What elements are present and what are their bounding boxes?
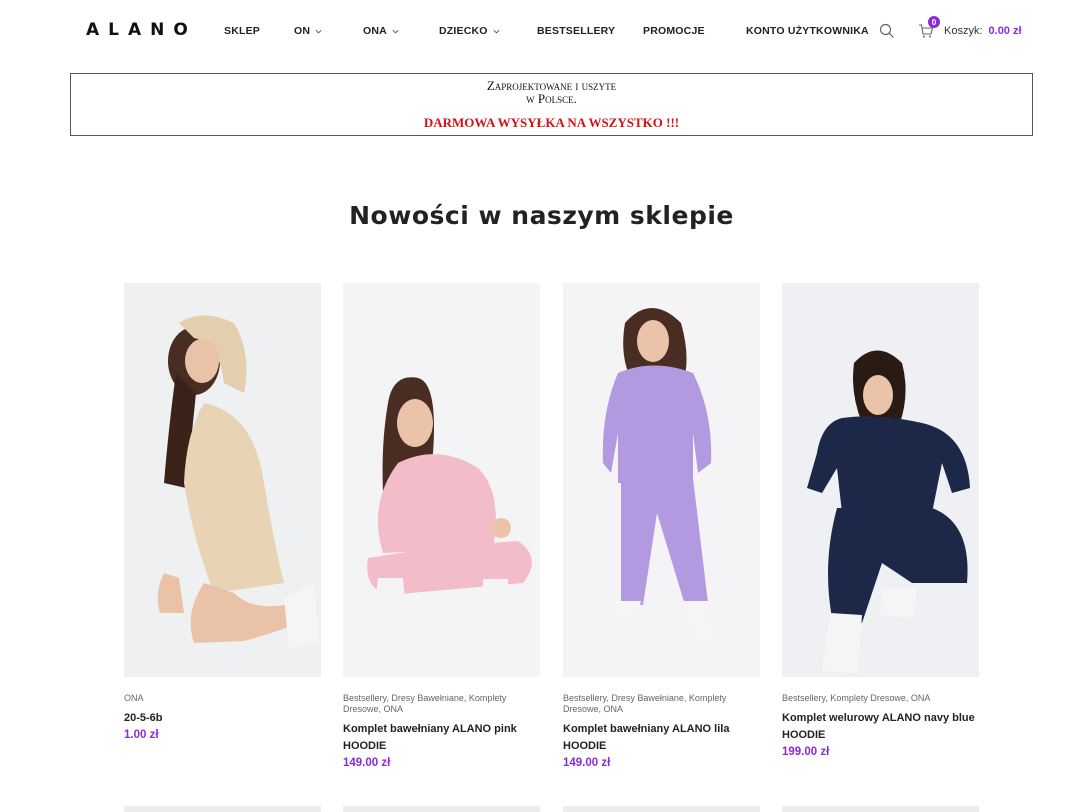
product-card: Bestsellery, Dresy Bawełniane, Komplety … [343, 283, 540, 769]
banner-promo: DARMOWA WYSYŁKA NA WSZYSTKO !!! [423, 115, 680, 130]
cart-icon: 0 [918, 16, 940, 39]
nav-item-bestsellery[interactable]: BESTSELLERY [537, 25, 615, 37]
nav-item-label: PROMOCJE [643, 25, 705, 37]
nav-item-sklep[interactable]: SKLEP [224, 25, 260, 37]
info-banner: Zaprojektowane i uszyte w Polsce. DARMOW… [70, 73, 1033, 136]
chevron-down-icon [493, 29, 500, 33]
product-image[interactable] [563, 283, 760, 677]
product-image[interactable] [124, 283, 321, 677]
cart-total: 0.00 zł [988, 25, 1022, 37]
product-name[interactable]: Komplet bawełniany ALANO lila HOODIE [563, 721, 760, 755]
nav-item-label: ON [294, 25, 311, 37]
product-card: Bestsellery, Dresy Bawełniane, Komplety … [563, 283, 760, 769]
product-name[interactable]: Komplet welurowy ALANO navy blue HOODIE [782, 710, 979, 744]
product-name[interactable]: Komplet bawełniany ALANO pink HOODIE [343, 721, 540, 755]
product-price: 199.00 zł [782, 746, 830, 758]
product-categories: Bestsellery, Dresy Bawełniane, Komplety … [563, 693, 727, 714]
nav-item-label: DZIECKO [439, 25, 488, 37]
nav-item-on[interactable]: ON [294, 25, 323, 37]
product-image[interactable] [782, 283, 979, 677]
cart-label: Koszyk: [944, 25, 983, 37]
product-categories: Bestsellery, Komplety Dresowe, ONA [782, 693, 931, 703]
nav-item-label: KONTO UŻYTKOWNIKA [746, 25, 869, 37]
product-name[interactable]: 20-5-6b [124, 710, 321, 727]
product-categories: Bestsellery, Dresy Bawełniane, Komplety … [343, 693, 507, 714]
site-logo[interactable]: ALANO [86, 20, 197, 40]
nav-item-promocje[interactable]: PROMOCJE [643, 25, 705, 37]
product-image[interactable] [343, 283, 540, 677]
next-row-product-image[interactable] [124, 806, 321, 812]
product-card: Bestsellery, Komplety Dresowe, ONA Kompl… [782, 283, 979, 758]
nav-item-label: SKLEP [224, 25, 261, 37]
next-row-product-image[interactable] [563, 806, 760, 812]
product-price: 149.00 zł [563, 757, 611, 769]
search-icon[interactable] [879, 23, 895, 39]
next-row-product-image[interactable] [782, 806, 979, 812]
next-row-product-image[interactable] [343, 806, 540, 812]
nav-item-label: ONA [363, 25, 387, 37]
product-categories: ONA [124, 693, 144, 703]
nav-item-ona[interactable]: ONA [363, 25, 400, 37]
chevron-down-icon [392, 29, 399, 33]
nav-item-label: BESTSELLERY [537, 25, 616, 37]
banner-line-2: w Polsce. [526, 91, 577, 106]
chevron-down-icon [315, 29, 322, 33]
cart-button[interactable]: 0 Koszyk: 0.00 zł [918, 16, 1022, 39]
nav-item-konto[interactable]: KONTO UŻYTKOWNIKA [746, 25, 869, 37]
cart-count-badge: 0 [928, 16, 940, 28]
product-price: 1.00 zł [124, 729, 159, 741]
section-title: Nowości w naszym sklepie [349, 201, 734, 230]
nav-item-dziecko[interactable]: DZIECKO [439, 25, 501, 37]
product-card: ONA 20-5-6b 1.00 zł [124, 283, 321, 741]
site-header: ALANO SKLEP ON ONA DZIECKO BESTSELLERY P… [0, 0, 1083, 62]
product-price: 149.00 zł [343, 757, 391, 769]
